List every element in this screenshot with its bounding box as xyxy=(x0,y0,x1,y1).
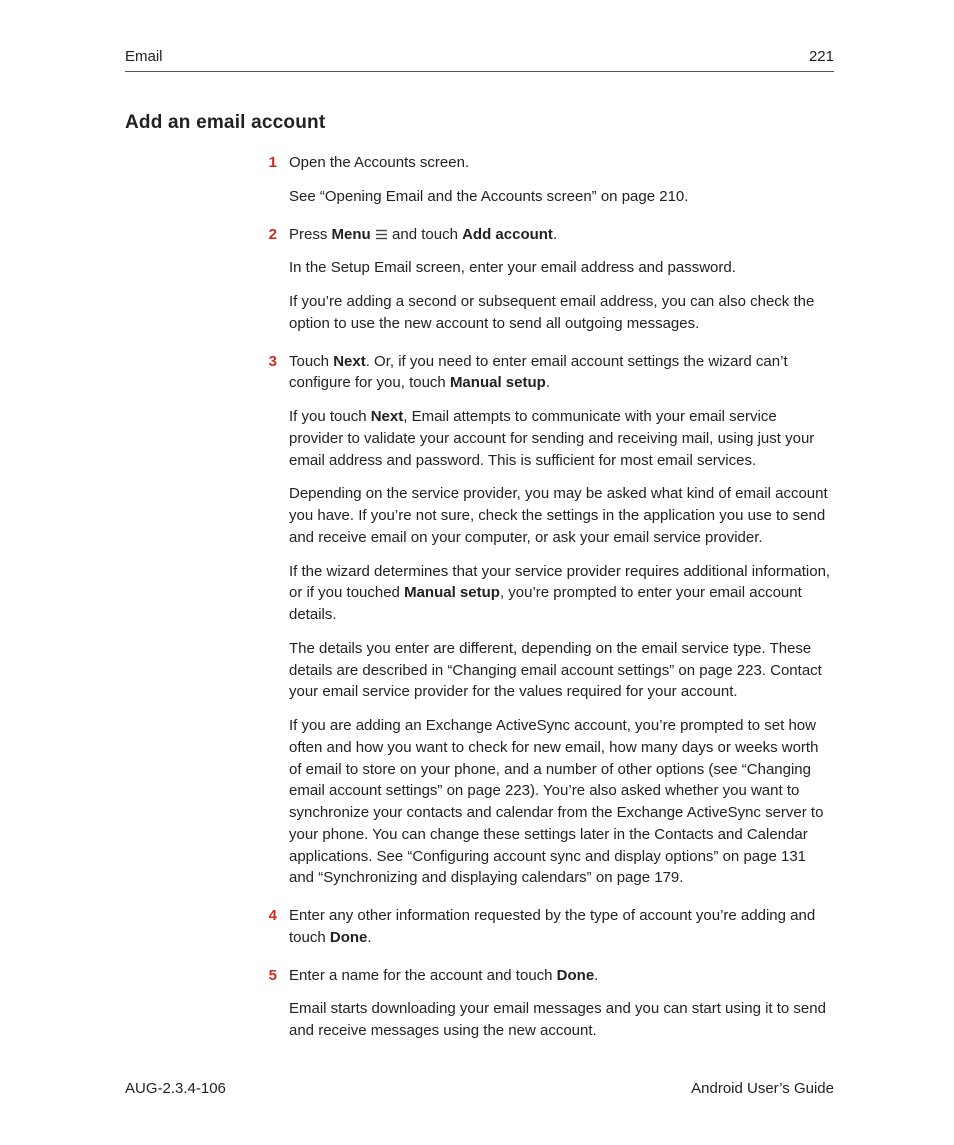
step-body: Enter a name for the account and touch D… xyxy=(289,965,834,1054)
step-head: 3Touch Next. Or, if you need to enter em… xyxy=(253,351,834,902)
step: 5Enter a name for the account and touch … xyxy=(253,965,834,1054)
step-number: 4 xyxy=(253,905,289,927)
step-lead: Press Menu and touch Add account. xyxy=(289,224,834,246)
step-head: 4Enter any other information requested b… xyxy=(253,905,834,961)
step-body: Touch Next. Or, if you need to enter ema… xyxy=(289,351,834,902)
step-lead: Enter a name for the account and touch D… xyxy=(289,965,834,987)
step-body: Open the Accounts screen. See “Opening Em… xyxy=(289,152,834,220)
page: Email 221 Add an email account 1Open the… xyxy=(0,0,954,1145)
step-head: 2Press Menu and touch Add account. In the… xyxy=(253,224,834,347)
page-header: Email 221 xyxy=(125,48,834,72)
step: 3Touch Next. Or, if you need to enter em… xyxy=(253,351,834,902)
header-page-number: 221 xyxy=(809,48,834,65)
step-number: 1 xyxy=(253,152,289,174)
menu-icon xyxy=(375,229,388,240)
step-paragraph: Email starts downloading your email mess… xyxy=(289,998,834,1042)
step-paragraph: In the Setup Email screen, enter your em… xyxy=(289,257,834,279)
section-heading: Add an email account xyxy=(125,112,834,134)
step-head: 5Enter a name for the account and touch … xyxy=(253,965,834,1054)
step: 4Enter any other information requested b… xyxy=(253,905,834,961)
step-paragraph: Depending on the service provider, you m… xyxy=(289,483,834,548)
step-head: 1Open the Accounts screen. See “Opening E… xyxy=(253,152,834,220)
step: 2Press Menu and touch Add account. In the… xyxy=(253,224,834,347)
page-footer: AUG-2.3.4-106 Android User’s Guide xyxy=(125,1080,834,1097)
step-paragraph: The details you enter are different, dep… xyxy=(289,638,834,703)
step: 1Open the Accounts screen. See “Opening E… xyxy=(253,152,834,220)
step-paragraph: If the wizard determines that your servi… xyxy=(289,561,834,626)
step-lead: Open the Accounts screen. xyxy=(289,152,834,174)
step-body: Press Menu and touch Add account. In the … xyxy=(289,224,834,347)
step-paragraph: See “Opening Email and the Accounts scre… xyxy=(289,186,834,208)
step-lead: Enter any other information requested by… xyxy=(289,905,834,949)
footer-doc-id: AUG-2.3.4-106 xyxy=(125,1080,226,1097)
step-number: 3 xyxy=(253,351,289,373)
footer-doc-title: Android User’s Guide xyxy=(691,1080,834,1097)
step-lead: Touch Next. Or, if you need to enter ema… xyxy=(289,351,834,395)
step-paragraph: If you’re adding a second or subsequent … xyxy=(289,291,834,335)
step-number: 2 xyxy=(253,224,289,246)
steps-list: 1Open the Accounts screen. See “Opening E… xyxy=(125,152,834,1054)
header-section: Email xyxy=(125,48,163,65)
step-number: 5 xyxy=(253,965,289,987)
step-paragraph: If you touch Next, Email attempts to com… xyxy=(289,406,834,471)
step-paragraph: If you are adding an Exchange ActiveSync… xyxy=(289,715,834,889)
step-body: Enter any other information requested by… xyxy=(289,905,834,961)
